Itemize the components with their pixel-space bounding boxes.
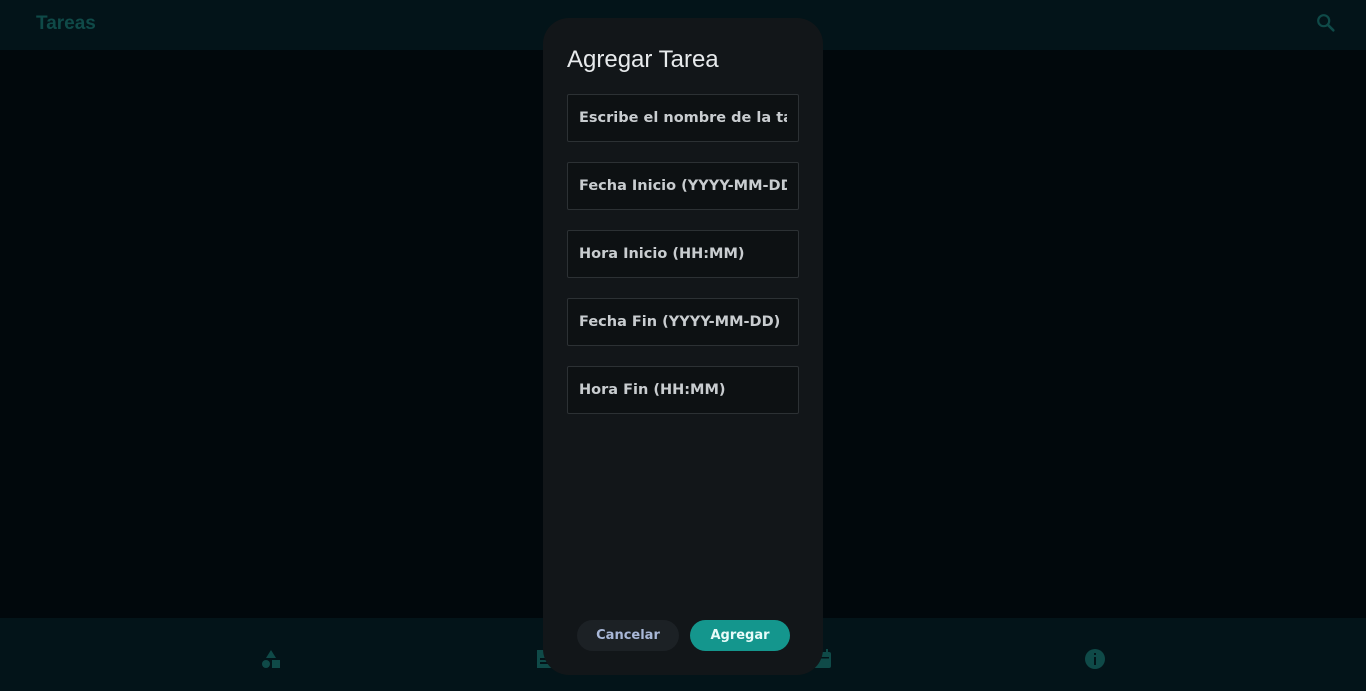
add-task-dialog: Agregar Tarea Cancelar Agregar <box>543 18 823 675</box>
shapes-icon[interactable] <box>259 647 283 671</box>
start-date-field[interactable] <box>567 162 799 210</box>
end-date-field[interactable] <box>567 298 799 346</box>
add-task-button[interactable]: Agregar <box>690 620 790 651</box>
app-title: Tareas <box>36 13 96 34</box>
search-icon[interactable] <box>1315 12 1337 34</box>
cancel-button[interactable]: Cancelar <box>577 620 679 651</box>
info-icon[interactable] <box>1083 647 1107 671</box>
dialog-title: Agregar Tarea <box>567 46 719 73</box>
task-name-field[interactable] <box>567 94 799 142</box>
app-root: Tareas Agregar Tarea Cancel <box>0 0 1366 691</box>
end-time-field[interactable] <box>567 366 799 414</box>
start-time-field[interactable] <box>567 230 799 278</box>
